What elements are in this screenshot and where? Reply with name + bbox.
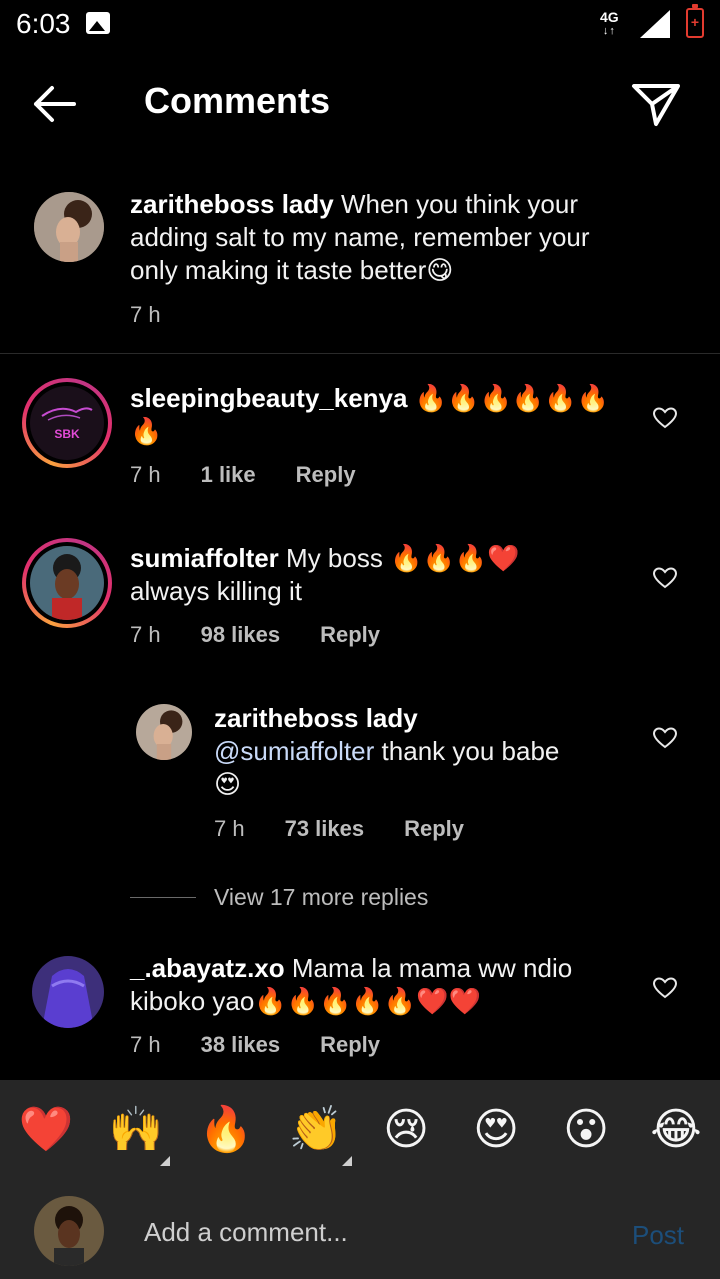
avatar-image [136, 704, 192, 760]
share-button[interactable] [628, 78, 684, 130]
comment-meta: 7 h 38 likes Reply [130, 1032, 380, 1058]
comment-meta: 7 h 98 likes Reply [130, 622, 380, 648]
comment: SBK sleepingbeauty_kenya 🔥🔥🔥🔥🔥🔥 🔥 7 h 1 … [0, 378, 720, 498]
timestamp: 7 h [130, 462, 161, 487]
emoji-fire[interactable]: 🔥 [198, 1102, 254, 1158]
comment-text: sumiaffolter My boss 🔥🔥🔥❤️ always killin… [130, 542, 630, 608]
comment-text: _.abayatz.xo Mama la mama ww ndio kiboko… [130, 952, 630, 1018]
like-heart-icon[interactable] [652, 726, 678, 750]
header: Comments [0, 60, 720, 150]
comment-line1: thank you babe [381, 736, 560, 766]
timestamp: 7 h [130, 302, 161, 327]
skin-tone-indicator-icon [160, 1156, 170, 1166]
likes-count[interactable]: 38 likes [201, 1032, 281, 1058]
comment-text: zaritheboss lady @sumiaffolter thank you… [214, 702, 634, 801]
page-title: Comments [144, 80, 331, 121]
caption-line1: When you think your [340, 189, 578, 219]
like-heart-icon[interactable] [652, 566, 678, 590]
comment: sumiaffolter My boss 🔥🔥🔥❤️ always killin… [0, 538, 720, 658]
like-heart-icon[interactable] [652, 976, 678, 1000]
likes-count[interactable]: 1 like [201, 462, 256, 488]
avatar[interactable] [34, 192, 104, 262]
likes-count[interactable]: 73 likes [285, 816, 365, 842]
story-ring[interactable] [22, 538, 112, 628]
emoji-heart[interactable]: ❤️ [18, 1102, 74, 1158]
battery-glyph: + [690, 14, 700, 30]
mention-link[interactable]: @sumiaffolter [214, 736, 374, 766]
emoji-heart-eyes[interactable]: 😍 [468, 1102, 524, 1158]
comment-line2: always killing it [130, 576, 302, 606]
network-type: 4G [600, 9, 619, 25]
story-ring[interactable]: SBK [22, 378, 112, 468]
network-arrows: ↓↑ [602, 25, 616, 37]
timestamp: 7 h [130, 622, 161, 647]
comment-meta: 7 h 1 like Reply [130, 462, 356, 488]
avatar [30, 546, 104, 620]
comment-text: sleepingbeauty_kenya 🔥🔥🔥🔥🔥🔥 🔥 [130, 382, 630, 448]
avatar-image [30, 546, 104, 620]
status-time: 6:03 [16, 8, 71, 39]
battery-icon: + [686, 4, 704, 38]
timestamp: 7 h [214, 816, 245, 841]
comment: _.abayatz.xo Mama la mama ww ndio kiboko… [0, 952, 720, 1072]
skin-tone-indicator-icon [342, 1156, 352, 1166]
status-bar: 6:03 4G ↓↑ + [0, 0, 720, 50]
divider [0, 353, 720, 354]
comment-line1: 🔥🔥🔥🔥🔥🔥 [414, 383, 609, 413]
current-user-avatar [34, 1196, 104, 1266]
avatar[interactable] [32, 956, 104, 1028]
network-indicator: 4G ↓↑ [600, 10, 619, 38]
sbk-logo-text: SBK [54, 427, 80, 441]
comment-composer: Post [0, 1184, 720, 1279]
emoji-quick-bar: ❤️ 🙌 🔥 👏 😢 😍 😮 😂 [0, 1080, 720, 1184]
caption-line3: only making it taste better😋 [130, 255, 454, 285]
caption-text: zaritheboss lady When you think your add… [130, 188, 690, 287]
post-button[interactable]: Post [632, 1220, 684, 1251]
emoji-raised-hands[interactable]: 🙌 [108, 1102, 164, 1158]
view-more-label: View 17 more replies [214, 884, 429, 910]
emoji-crying[interactable]: 😢 [378, 1102, 434, 1158]
back-arrow-icon [34, 86, 76, 122]
reply-button[interactable]: Reply [320, 1032, 380, 1058]
comment-line1: My boss 🔥🔥🔥❤️ [286, 543, 520, 573]
username[interactable]: zaritheboss lady [130, 189, 334, 219]
view-more-replies[interactable]: View 17 more replies [130, 884, 428, 911]
reply-button[interactable]: Reply [404, 816, 464, 842]
comment-line2: 🔥 [130, 416, 163, 446]
caption-line2: adding salt to my name, remember your [130, 222, 590, 252]
avatar-image [34, 192, 104, 262]
gallery-notification-icon [86, 12, 110, 34]
comment-meta: 7 h 73 likes Reply [214, 816, 464, 842]
username[interactable]: sleepingbeauty_kenya [130, 383, 407, 413]
emoji-laughing[interactable]: 😂 [648, 1102, 704, 1158]
like-heart-icon[interactable] [652, 406, 678, 430]
back-button[interactable] [28, 80, 82, 128]
comment-line2: 😍 [214, 769, 242, 799]
avatar[interactable] [136, 704, 192, 760]
emoji-surprised[interactable]: 😮 [558, 1102, 614, 1158]
reply-button[interactable]: Reply [320, 622, 380, 648]
signal-icon [640, 10, 670, 38]
avatar-image [32, 956, 104, 1028]
caption: zaritheboss lady When you think your add… [0, 188, 720, 340]
likes-count[interactable]: 98 likes [201, 622, 281, 648]
comment-line1: Mama la mama ww ndio [291, 953, 573, 983]
reply-comment: zaritheboss lady @sumiaffolter thank you… [0, 702, 720, 852]
reply-button[interactable]: Reply [296, 462, 356, 488]
avatar: SBK [30, 386, 104, 460]
avatar-image [34, 1196, 104, 1266]
username[interactable]: sumiaffolter [130, 543, 279, 573]
view-more-line [130, 897, 196, 898]
timestamp: 7 h [130, 1032, 161, 1057]
comment-input[interactable] [144, 1212, 604, 1252]
sbk-logo-icon: SBK [41, 407, 93, 441]
send-icon [632, 84, 680, 126]
emoji-clap[interactable]: 👏 [288, 1102, 344, 1158]
caption-meta: 7 h [130, 302, 161, 328]
comment-line2: kiboko yao🔥🔥🔥🔥🔥❤️❤️ [130, 986, 481, 1016]
username[interactable]: _.abayatz.xo [130, 953, 285, 983]
username[interactable]: zaritheboss lady [214, 703, 418, 733]
